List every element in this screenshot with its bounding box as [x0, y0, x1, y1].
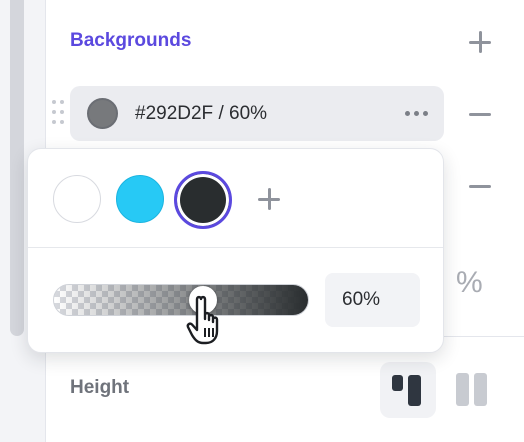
- swatch-white[interactable]: [53, 175, 101, 223]
- background-color-swatch[interactable]: [87, 98, 118, 129]
- align-top-icon: [392, 375, 403, 391]
- align-stretch-icon: [456, 373, 469, 406]
- align-top-button[interactable]: [380, 362, 436, 418]
- add-background-plus-icon[interactable]: [465, 27, 495, 57]
- background-value-label: #292D2F / 60%: [135, 102, 268, 124]
- swatch-dark-selected[interactable]: [174, 171, 232, 229]
- remove-item-minus-icon[interactable]: [465, 171, 495, 201]
- drag-handle-icon[interactable]: [52, 100, 66, 128]
- hand-pointer-icon: [186, 295, 219, 345]
- add-swatch-plus-icon[interactable]: [254, 184, 284, 214]
- percent-unit-icon[interactable]: %: [456, 266, 483, 300]
- height-label: Height: [70, 377, 130, 398]
- color-picker-popover: 60%: [27, 148, 444, 353]
- align-stretch-button[interactable]: [453, 373, 491, 407]
- popover-divider: [28, 247, 443, 248]
- scrollbar-thumb[interactable]: [10, 0, 24, 336]
- opacity-gradient: [54, 285, 308, 315]
- background-item-row[interactable]: #292D2F / 60%: [70, 86, 444, 141]
- opacity-slider-track[interactable]: [53, 284, 309, 316]
- more-horizontal-icon[interactable]: [405, 111, 428, 116]
- remove-background-minus-icon[interactable]: [465, 99, 495, 129]
- swatch-cyan[interactable]: [116, 175, 164, 223]
- align-stretch-icon-bar: [474, 373, 487, 406]
- opacity-input[interactable]: 60%: [325, 273, 420, 327]
- swatch-list: [28, 149, 443, 247]
- align-top-icon-bar: [408, 375, 421, 406]
- backgrounds-section-title: Backgrounds: [70, 30, 192, 51]
